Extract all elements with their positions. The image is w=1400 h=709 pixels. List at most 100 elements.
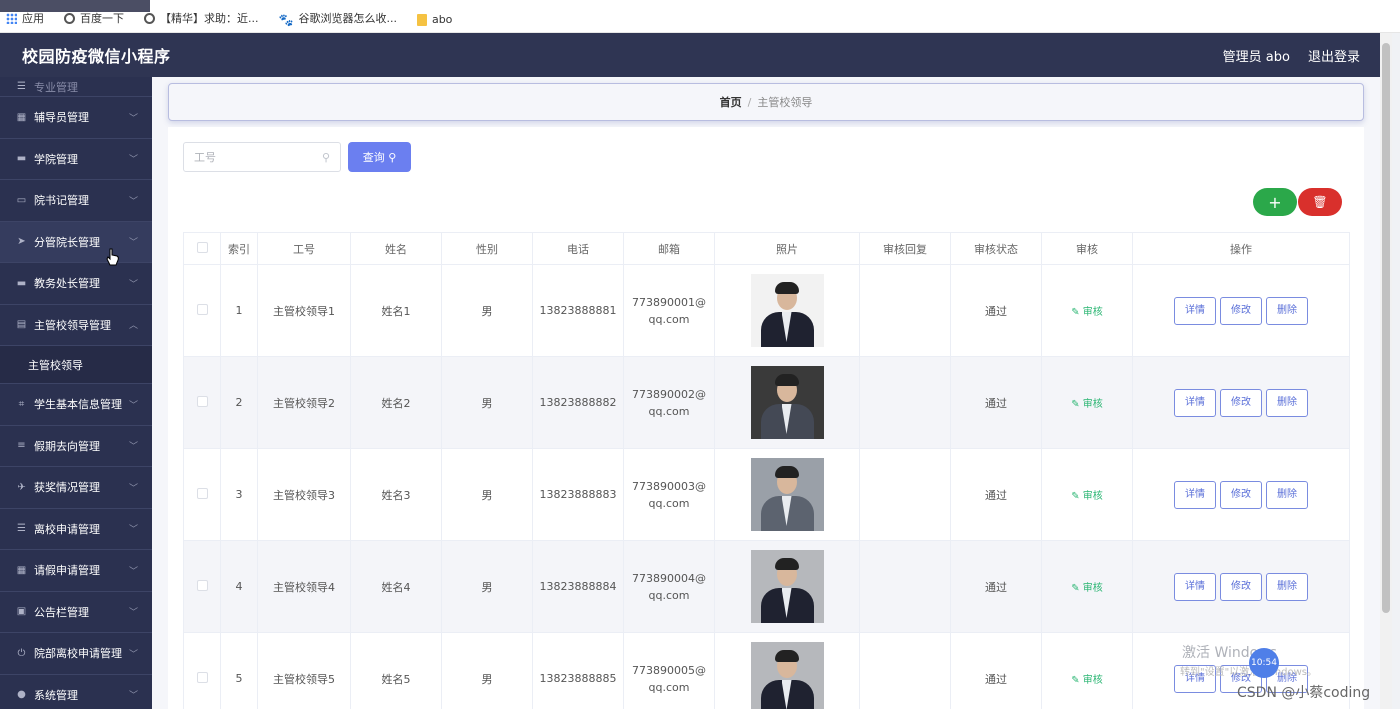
chevron-down-icon: ﹀	[128, 691, 138, 702]
sidebar-item-label: 专业管理	[34, 80, 78, 94]
cell-name: 姓名1	[350, 264, 442, 357]
bookmark-label: 百度一下	[80, 12, 124, 25]
cell-email: 773890002@qq.com	[623, 356, 715, 449]
sidebar-item-notice[interactable]: ▣ 公告栏管理 ﹀	[0, 592, 152, 633]
sidebar-item-dept-leave[interactable]: ⏻ 院部离校申请管理 ﹀	[0, 633, 152, 675]
bookmarks-bar: 应用 百度一下 【精华】求助：近... 🐾 谷歌浏览器怎么收... abo	[0, 0, 1400, 33]
detail-button[interactable]: 详情	[1174, 388, 1216, 417]
checkbox[interactable]	[196, 303, 208, 315]
add-button[interactable]: +	[1253, 188, 1297, 216]
delete-button[interactable]: 删除	[1266, 572, 1308, 601]
checkbox[interactable]	[196, 579, 208, 591]
photo-thumbnail[interactable]	[750, 642, 824, 709]
chevron-down-icon: ﹀	[128, 113, 138, 124]
audit-link[interactable]: ✎ 审核	[1071, 583, 1103, 594]
delete-button[interactable]: 删除	[1266, 296, 1308, 325]
photo-thumbnail[interactable]	[750, 550, 824, 623]
main-content: 首页 / 主管校领导 工号 ⚲ 查询 ⚲ + 🗑 索引 工号 姓名 性别 电话 …	[152, 77, 1380, 709]
sidebar-item-label: 主管校领导管理	[34, 318, 111, 332]
sidebar-item-counselor[interactable]: ▦ 辅导员管理 ﹀	[0, 97, 152, 139]
bookmark-chrome[interactable]: 🐾 谷歌浏览器怎么收...	[279, 10, 397, 27]
audit-link[interactable]: ✎ 审核	[1071, 307, 1103, 318]
audit-link[interactable]: ✎ 审核	[1071, 399, 1103, 410]
delete-button[interactable]: 删除	[1266, 480, 1308, 509]
search-input[interactable]: 工号 ⚲	[183, 142, 341, 172]
header-select-all[interactable]	[183, 232, 221, 265]
sidebar-item-school-leader[interactable]: ▤ 主管校领导管理 ︿	[0, 304, 152, 346]
detail-button[interactable]: 详情	[1174, 480, 1216, 509]
column-header: 性别	[441, 232, 533, 265]
cell-name: 姓名2	[350, 356, 442, 449]
batch-delete-button[interactable]: 🗑	[1298, 188, 1342, 216]
sidebar-item-leave-request[interactable]: ▦ 请假申请管理 ﹀	[0, 550, 152, 592]
row-select[interactable]	[183, 540, 221, 633]
column-header: 照片	[714, 232, 860, 265]
cell-index: 3	[220, 448, 258, 541]
edit-button[interactable]: 修改	[1220, 296, 1262, 325]
bookmark-label: 应用	[22, 12, 44, 25]
sidebar-item-college[interactable]: ▬ 学院管理 ﹀	[0, 139, 152, 180]
bookmark-baidu[interactable]: 百度一下	[64, 10, 124, 26]
edit-button[interactable]: 修改	[1220, 480, 1262, 509]
chevron-down-icon: ﹀	[128, 483, 138, 494]
logout-link[interactable]: 退出登录	[1308, 46, 1360, 65]
sidebar-item-awards[interactable]: ✈ 获奖情况管理 ﹀	[0, 467, 152, 509]
query-button[interactable]: 查询 ⚲	[348, 142, 411, 172]
scrollbar-thumb[interactable]	[1382, 43, 1390, 613]
query-button-label: 查询	[362, 151, 385, 164]
sidebar-item-system[interactable]: ● 系统管理 ﹀	[0, 675, 152, 709]
sidebar-item-label: 公告栏管理	[34, 605, 89, 619]
bookmark-apps[interactable]: 应用	[6, 10, 44, 26]
checkbox[interactable]	[196, 241, 208, 253]
sidebar: ☰ 专业管理 ▦ 辅导员管理 ﹀ ▬ 学院管理 ﹀ ▭ 院书记管理 ﹀ ➤ 分管院长管理 ﹀ ▬ 教…	[0, 77, 152, 709]
sidebar-item-label: 辅导员管理	[34, 111, 89, 125]
sidebar-item-academic-affairs[interactable]: ▬ 教务处长管理 ﹀	[0, 263, 152, 305]
chevron-down-icon: ﹀	[128, 566, 138, 577]
sidebar-item-leave-school[interactable]: ☰ 离校申请管理 ﹀	[0, 509, 152, 550]
app-title: 校园防疫微信小程序	[22, 47, 171, 66]
audit-link[interactable]: ✎ 审核	[1071, 675, 1103, 686]
checkbox[interactable]	[196, 671, 208, 683]
edit-button[interactable]: 修改	[1220, 388, 1262, 417]
checkbox[interactable]	[196, 395, 208, 407]
cell-status: 通过	[950, 540, 1042, 633]
submenu-item-school-leader[interactable]: 主管校领导	[0, 346, 152, 384]
breadcrumb-home[interactable]: 首页	[720, 94, 742, 110]
sidebar-item-secretary[interactable]: ▭ 院书记管理 ﹀	[0, 180, 152, 222]
chevron-down-icon: ﹀	[128, 279, 138, 290]
photo-thumbnail[interactable]	[750, 458, 824, 531]
checkbox[interactable]	[196, 487, 208, 499]
sidebar-item-major[interactable]: ☰ 专业管理	[0, 77, 152, 97]
edit-button[interactable]: 修改	[1220, 572, 1262, 601]
row-select[interactable]	[183, 356, 221, 449]
table-header-row: 索引 工号 姓名 性别 电话 邮箱 照片 审核回复 审核状态 审核 操作	[183, 232, 1350, 265]
sidebar-item-student-info[interactable]: ⌗ 学生基本信息管理 ﹀	[0, 384, 152, 426]
table-row: 4 主管校领导4 姓名4 男 13823888884 773890004@qq.…	[183, 540, 1350, 633]
column-header: 审核	[1041, 232, 1133, 265]
cell-status: 通过	[950, 264, 1042, 357]
sidebar-item-vice-dean[interactable]: ➤ 分管院长管理 ﹀	[0, 221, 152, 263]
search-icon: ⚲	[388, 150, 397, 164]
row-select[interactable]	[183, 448, 221, 541]
cell-name: 姓名3	[350, 448, 442, 541]
bookmark-help[interactable]: 【精华】求助：近...	[144, 10, 259, 26]
cell-gender: 男	[441, 264, 533, 357]
detail-button[interactable]: 详情	[1174, 572, 1216, 601]
row-select[interactable]	[183, 264, 221, 357]
photo-thumbnail[interactable]	[750, 366, 824, 439]
breadcrumb-separator: /	[747, 95, 752, 109]
top-header: 校园防疫微信小程序 管理员 abo 退出登录	[0, 33, 1392, 77]
delete-button[interactable]: 删除	[1266, 388, 1308, 417]
chevron-down-icon: ﹀	[128, 608, 138, 619]
sidebar-item-holiday[interactable]: ≡ 假期去向管理 ﹀	[0, 426, 152, 467]
cell-name: 姓名5	[350, 632, 442, 709]
audit-label: 审核	[1082, 307, 1103, 318]
row-select[interactable]	[183, 632, 221, 709]
page-scrollbar[interactable]	[1380, 33, 1392, 709]
sidebar-item-label: 教务处长管理	[34, 277, 100, 291]
bookmark-abo[interactable]: abo	[416, 13, 452, 26]
floating-clock-badge[interactable]: 10:54	[1249, 648, 1279, 678]
photo-thumbnail[interactable]	[750, 274, 824, 347]
detail-button[interactable]: 详情	[1174, 296, 1216, 325]
audit-link[interactable]: ✎ 审核	[1071, 491, 1103, 502]
